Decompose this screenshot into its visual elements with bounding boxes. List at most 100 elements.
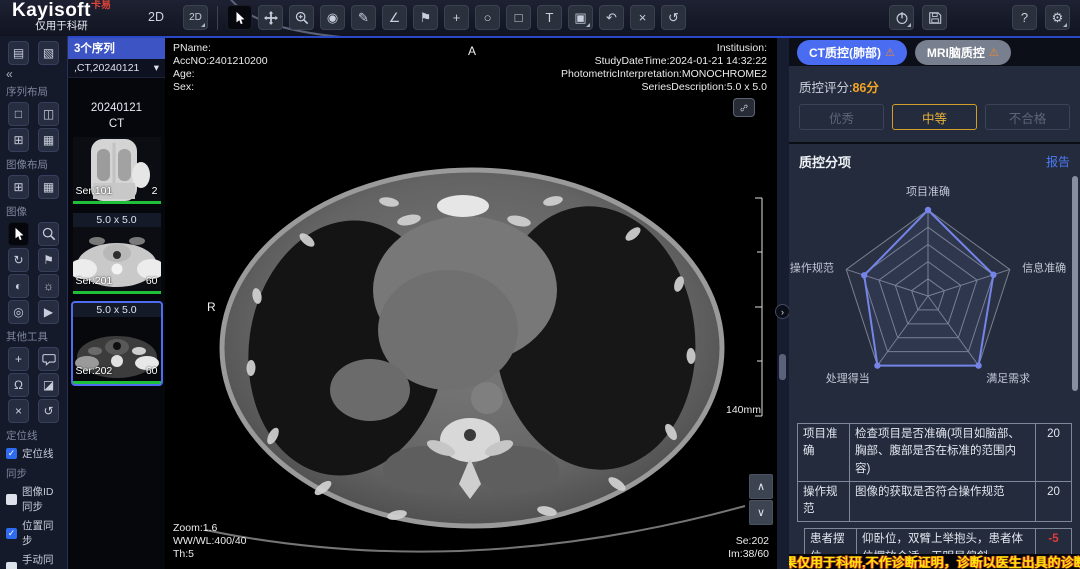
- text-annotation-button[interactable]: T: [537, 5, 562, 30]
- thumbnail-image-count: 2: [152, 185, 158, 197]
- criterion-name: 项目准确: [798, 424, 850, 482]
- layout-3x3-button[interactable]: ▦: [38, 128, 59, 152]
- svg-text:满足需求: 满足需求: [986, 372, 1030, 385]
- series-thumbnail-202[interactable]: 5.0 x 5.0 Ser:20260: [73, 303, 161, 384]
- settings-button[interactable]: ⚙: [1045, 5, 1070, 30]
- layout-preset-button[interactable]: ▧: [38, 41, 59, 65]
- image-layout-3x3-button[interactable]: ▦: [38, 175, 59, 199]
- image-number-label: Im:38/60: [728, 548, 769, 561]
- disclaimer-marquee: 结果仅用于科研,不作诊断证明，诊断以医生出具的诊断: [789, 554, 1080, 569]
- link-series-button[interactable]: [733, 98, 755, 117]
- thumbnail-series-label: Ser:201: [76, 275, 113, 287]
- layout-1x1-button[interactable]: □: [8, 102, 29, 126]
- series-group-title: 20240121 CT: [91, 100, 142, 132]
- age-label: Age:: [173, 68, 268, 81]
- sync-manual-checkbox[interactable]: ✓ 手动同步: [0, 550, 67, 569]
- magnifier-plus-icon: [295, 11, 309, 25]
- text-icon: T: [546, 10, 554, 25]
- section-sync-label: 同步: [0, 463, 67, 482]
- image-window-button[interactable]: ▣: [568, 5, 593, 30]
- reset-tools-button[interactable]: ↺: [38, 399, 59, 423]
- ellipse-roi-button[interactable]: ○: [475, 5, 500, 30]
- layout-1x2-button[interactable]: ◫: [38, 102, 59, 126]
- rating-fail-button[interactable]: 不合格: [985, 104, 1070, 130]
- 2d-view-button[interactable]: 2D: [183, 5, 208, 30]
- qc-radar-chart: 项目准确信息准确满足需求处理得当操作规范: [789, 173, 1080, 421]
- thumbnail-image-neck: Ser:20160: [73, 227, 161, 291]
- thumbnail-image-chest: Ser:20260: [73, 317, 161, 381]
- flag-tool-button[interactable]: ⚑: [38, 248, 59, 272]
- checkbox-icon: ✓: [6, 562, 17, 569]
- add-marker-button[interactable]: +: [8, 347, 29, 371]
- sidebar-collapse-button[interactable]: «: [0, 67, 67, 81]
- brightness-tool-button[interactable]: ☼: [38, 274, 59, 298]
- thickness-label: Th:5: [173, 548, 247, 561]
- pname-label: PName:: [173, 42, 268, 55]
- top-toolbar: Kayisoft卡易 仅用于科研 2D 2D ◉ ✎ ∠ ⚑ + ○ □ T ▣…: [0, 0, 1080, 36]
- panel-collapse-button[interactable]: ›: [775, 304, 790, 319]
- angle-tool-button[interactable]: ∠: [382, 5, 407, 30]
- comment-tool-button[interactable]: [38, 347, 59, 371]
- divider-scrollbar-thumb[interactable]: [779, 354, 786, 380]
- invert-button[interactable]: [889, 5, 914, 30]
- cine-play-button[interactable]: ▶: [38, 300, 59, 324]
- series-thumbnail-101[interactable]: Ser:1012: [73, 137, 161, 204]
- svg-text:项目准确: 项目准确: [906, 185, 950, 198]
- scroll-up-button[interactable]: ∧: [749, 474, 773, 499]
- scroll-down-button[interactable]: ∨: [749, 500, 773, 525]
- series-list-button[interactable]: ▤: [8, 41, 29, 65]
- checkbox-icon: ✓: [6, 528, 17, 539]
- clear-annotations-button[interactable]: ×: [8, 399, 29, 423]
- cross-icon: +: [453, 10, 461, 25]
- image-zoom-tool-button[interactable]: [38, 222, 59, 246]
- sync-position-checkbox[interactable]: ✓ 位置同步: [0, 516, 67, 550]
- windowing-tool-button[interactable]: ◉: [320, 5, 345, 30]
- tab-mri-brain-qc[interactable]: MRI脑质控 ⚠: [915, 40, 1011, 65]
- patient-info-overlay: PName: AccNO:2401210200 Age: Sex:: [173, 42, 268, 95]
- orientation-marker-anterior: A: [468, 44, 476, 58]
- tab-ct-lung-qc[interactable]: CT质控(肺部) ⚠: [797, 40, 907, 65]
- layout-2x2-button[interactable]: ⊞: [8, 128, 29, 152]
- layout-1x2-icon: ◫: [43, 107, 54, 121]
- report-link[interactable]: 报告: [1046, 153, 1070, 170]
- angle-icon: ∠: [389, 10, 401, 26]
- select-tool-button[interactable]: [227, 5, 252, 30]
- save-button[interactable]: [922, 5, 947, 30]
- rect-roi-button[interactable]: □: [506, 5, 531, 30]
- image-layout-2x2-button[interactable]: ⊞: [8, 175, 29, 199]
- study-dropdown[interactable]: ,CT,20240121 ▾: [68, 59, 165, 78]
- magnifier-icon: [42, 227, 56, 241]
- checkbox-icon: ✓: [6, 494, 17, 505]
- contrast-tool-button[interactable]: ◐: [8, 274, 29, 298]
- sync-image-id-checkbox[interactable]: ✓ 图像ID同步: [0, 482, 67, 516]
- rating-medium-button[interactable]: 中等: [892, 104, 977, 130]
- section-image-label: 图像: [0, 201, 67, 220]
- series-group-date: 20240121: [91, 100, 142, 116]
- close-icon: ×: [639, 10, 647, 25]
- thumbnail-image-scout: Ser:1012: [73, 137, 161, 201]
- zoom-tool-button[interactable]: [289, 5, 314, 30]
- reset-view-button[interactable]: ↺: [661, 5, 686, 30]
- rating-excellent-button[interactable]: 优秀: [799, 104, 884, 130]
- series-thumbnail-201[interactable]: 5.0 x 5.0 Ser:20160: [73, 213, 161, 294]
- help-button[interactable]: ?: [1012, 5, 1037, 30]
- measure-line-button[interactable]: ✎: [351, 5, 376, 30]
- undo-button[interactable]: ↶: [599, 5, 624, 30]
- cobb-angle-button[interactable]: ⚑: [413, 5, 438, 30]
- image-select-tool-button[interactable]: [8, 222, 29, 246]
- pan-tool-button[interactable]: [258, 5, 283, 30]
- plus-icon: +: [15, 352, 22, 366]
- delete-annotation-button[interactable]: ×: [630, 5, 655, 30]
- target-tool-button[interactable]: ◎: [8, 300, 29, 324]
- rotate-tool-button[interactable]: ↻: [8, 248, 29, 272]
- reset-icon: ↺: [668, 10, 679, 26]
- locator-line-checkbox[interactable]: ✓ 定位线: [0, 444, 67, 463]
- layout-3x3-icon: ▦: [43, 180, 54, 194]
- panel-scrollbar-thumb[interactable]: [1072, 176, 1078, 391]
- image-viewport[interactable]: PName: AccNO:2401210200 Age: Sex: A R In…: [165, 36, 777, 569]
- magnet-tool-button[interactable]: Ω: [8, 373, 29, 397]
- series-position-overlay: Se:202 Im:38/60: [728, 535, 769, 561]
- checkbox-label: 位置同步: [22, 518, 61, 548]
- eraser-tool-button[interactable]: ◪: [38, 373, 59, 397]
- point-marker-button[interactable]: +: [444, 5, 469, 30]
